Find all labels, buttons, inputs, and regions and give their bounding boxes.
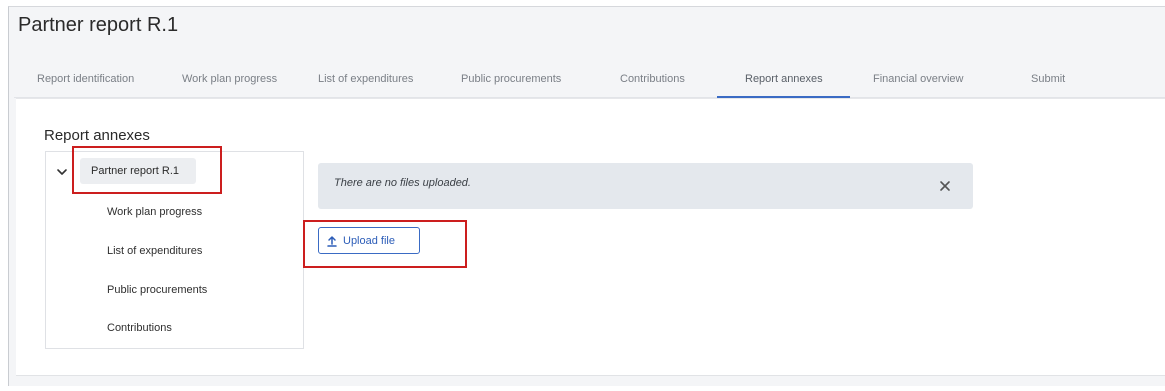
close-icon[interactable] bbox=[939, 180, 951, 192]
upload-highlight-box bbox=[303, 220, 467, 268]
tab-contributions[interactable]: Contributions bbox=[620, 73, 685, 85]
tree-item-public-procurements[interactable]: Public procurements bbox=[107, 284, 207, 296]
tab-submit[interactable]: Submit bbox=[1031, 73, 1065, 85]
tree-item-list-of-expenditures[interactable]: List of expenditures bbox=[107, 245, 202, 257]
alert-message: There are no files uploaded. bbox=[334, 177, 471, 189]
chevron-down-icon[interactable] bbox=[56, 166, 68, 178]
tree-item-contributions[interactable]: Contributions bbox=[107, 322, 172, 334]
page-title: Partner report R.1 bbox=[18, 14, 179, 36]
tab-report-identification[interactable]: Report identification bbox=[37, 73, 134, 85]
tab-report-annexes[interactable]: Report annexes bbox=[745, 73, 823, 85]
section-title: Report annexes bbox=[44, 127, 150, 144]
tree-item-work-plan-progress[interactable]: Work plan progress bbox=[107, 206, 202, 218]
tab-financial-overview[interactable]: Financial overview bbox=[873, 73, 963, 85]
tab-public-procurements[interactable]: Public procurements bbox=[461, 73, 561, 85]
tab-list-of-expenditures[interactable]: List of expenditures bbox=[318, 73, 413, 85]
tab-work-plan-progress[interactable]: Work plan progress bbox=[182, 73, 277, 85]
root-highlight-box bbox=[72, 146, 222, 194]
